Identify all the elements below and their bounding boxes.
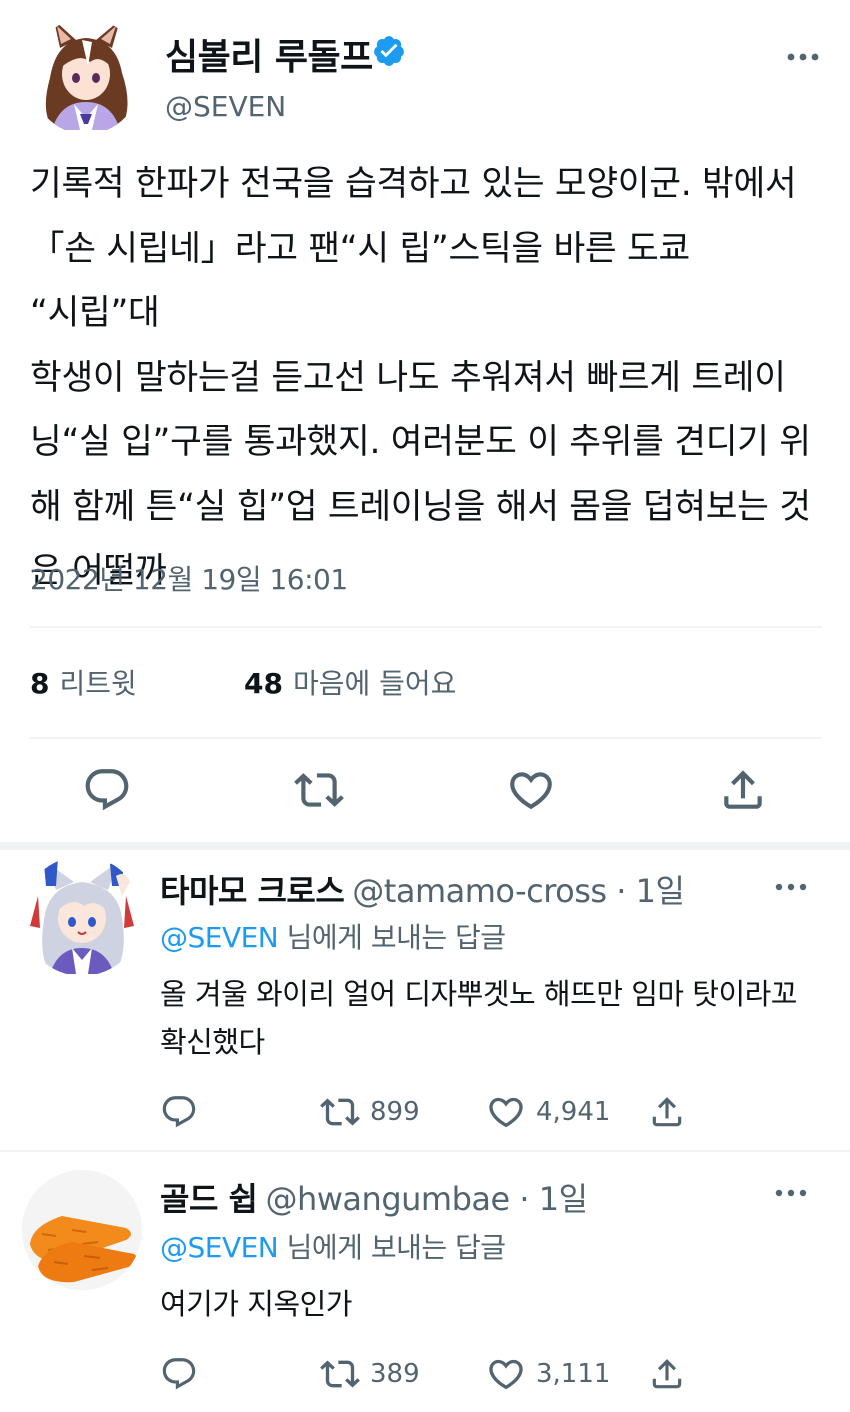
reply-tweet[interactable]: 타마모 크로스 @tamamo-cross · 1일 @SEVEN 님에게 보내는… [0, 850, 850, 1148]
tweet-text: 기록적 한파가 전국을 습격하고 있는 모양이군. 밖에서 「손 시립네」라고 … [30, 152, 822, 604]
tweet-actions [0, 765, 850, 821]
tweet-text-line: 학생이 말하는걸 듣고선 나도 추워져서 빠르게 트레이 [30, 357, 786, 398]
reply-text: 올 겨울 와이리 얼어 디자뿌겟노 해뜨만 임마 탓이라꼬 확신했다 [160, 977, 798, 1059]
like-icon [486, 1092, 526, 1132]
reply-author-handle[interactable]: @tamamo-cross · 1일 [352, 872, 685, 910]
like-icon [486, 1354, 526, 1394]
reply-avatar[interactable] [22, 1170, 142, 1290]
carrot-avatar-icon [22, 1170, 142, 1290]
reply-icon[interactable] [82, 765, 132, 815]
reply-actions: 389 3,111 [160, 1354, 850, 1394]
more-options-icon[interactable] [786, 50, 820, 64]
retweet-icon [320, 1354, 360, 1394]
reply-avatar[interactable] [22, 856, 142, 976]
reply-mention-link[interactable]: @SEVEN [160, 921, 279, 954]
reply-author-name[interactable]: 골드 쉽 [160, 1180, 258, 1218]
reply-author-handle[interactable]: @hwangumbae · 1일 [265, 1180, 588, 1218]
reply-author-name[interactable]: 타마모 크로스 [160, 872, 345, 910]
reply-icon [160, 1093, 198, 1131]
like-button[interactable]: 4,941 [486, 1092, 610, 1132]
reply-header: 타마모 크로스 @tamamo-cross · 1일 [160, 866, 685, 912]
retweet-stat[interactable]: 8 리트윗 [30, 662, 137, 702]
retweet-button[interactable]: 389 [320, 1354, 420, 1394]
divider [30, 626, 822, 628]
like-label: 마음에 들어요 [292, 667, 457, 700]
reply-tweet[interactable]: 골드 쉽 @hwangumbae · 1일 @SEVEN 님에게 보내는 답글 여… [0, 1152, 850, 1412]
reply-header: 골드 쉽 @hwangumbae · 1일 [160, 1174, 588, 1220]
verified-badge-icon [372, 34, 406, 68]
reply-actions: 899 4,941 [160, 1092, 850, 1132]
tweet-text-line: 기록적 한파가 전국을 습격하고 있는 모양이군. 밖에서 [30, 164, 797, 204]
like-button[interactable]: 3,111 [486, 1354, 610, 1394]
share-icon [648, 1093, 686, 1131]
more-options-icon[interactable] [774, 1186, 808, 1200]
anime-silver-hair-avatar-icon [22, 856, 142, 976]
retweet-count: 8 [30, 667, 50, 700]
reply-button[interactable] [160, 1092, 198, 1132]
retweet-label: 리트윗 [59, 667, 137, 700]
reply-text: 여기가 지옥인가 [160, 1287, 352, 1321]
divider [30, 737, 822, 739]
retweet-button[interactable]: 899 [320, 1092, 420, 1132]
retweet-icon[interactable] [294, 765, 344, 815]
share-button[interactable] [648, 1092, 686, 1132]
author-handle[interactable]: @SEVEN [165, 90, 286, 123]
like-count: 3,111 [536, 1359, 611, 1389]
section-separator [0, 842, 850, 850]
retweet-icon [320, 1092, 360, 1132]
like-stat[interactable]: 48 마음에 들어요 [244, 662, 456, 702]
like-count: 48 [244, 667, 283, 700]
replying-to: @SEVEN 님에게 보내는 답글 [160, 916, 506, 956]
author-name[interactable]: 심볼리 루돌프 [165, 28, 373, 80]
like-icon[interactable] [506, 765, 556, 815]
replying-to-label: 님에게 보내는 답글 [278, 921, 506, 954]
anime-horse-girl-avatar-icon [45, 20, 128, 130]
tweet-stats: 8 리트윗 48 마음에 들어요 [30, 662, 820, 702]
tweet-text-line: 해 함께 튼“실 힙”업 트레이닝을 해서 몸을 덥혀보는 것 [30, 486, 811, 527]
tweet-text-line: 「손 시립네」라고 팬“시 립”스틱을 바른 도쿄 “시립”대 [30, 228, 690, 334]
tweet-text-line: 닝“실 입”구를 통과했지. 여러분도 이 추위를 견디기 위 [30, 422, 811, 462]
retweet-count: 899 [370, 1097, 420, 1127]
replying-to-label: 님에게 보내는 답글 [278, 1231, 506, 1264]
reply-button[interactable] [160, 1354, 198, 1394]
share-icon [648, 1355, 686, 1393]
author-avatar[interactable] [30, 18, 142, 134]
tweet-timestamp[interactable]: 2022년 12월 19일 16:01 [30, 558, 348, 598]
reply-icon [160, 1355, 198, 1393]
share-button[interactable] [648, 1354, 686, 1394]
share-icon[interactable] [718, 765, 768, 815]
main-tweet: 심볼리 루돌프 @SEVEN 기록적 한파가 전국을 습격하고 있는 모양이군.… [0, 0, 850, 840]
retweet-count: 389 [370, 1359, 420, 1389]
reply-mention-link[interactable]: @SEVEN [160, 1231, 279, 1264]
more-options-icon[interactable] [774, 880, 808, 894]
replying-to: @SEVEN 님에게 보내는 답글 [160, 1226, 506, 1266]
like-count: 4,941 [536, 1097, 611, 1127]
